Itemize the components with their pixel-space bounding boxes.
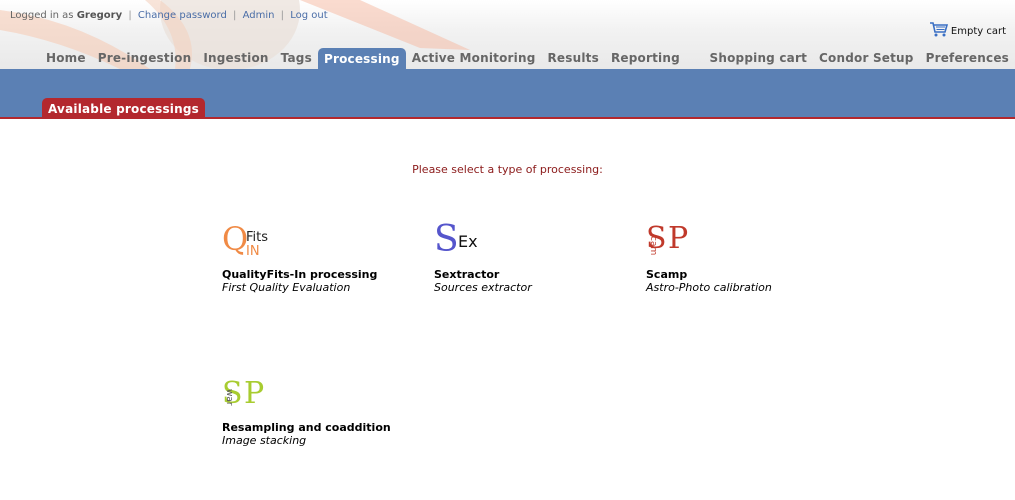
main-nav: Home Pre-ingestion Ingestion Tags Proces… xyxy=(40,48,686,69)
qualityfits-logo: Q Fits IN xyxy=(222,220,269,259)
tab-tags[interactable]: Tags xyxy=(275,48,318,69)
processing-qualityfits-in[interactable]: Q Fits IN QualityFits-In processing Firs… xyxy=(222,220,402,294)
processing-scamp[interactable]: S P cam Scamp Astro-Photo calibration xyxy=(646,221,826,295)
processing-name: Scamp xyxy=(646,268,688,281)
username: Gregory xyxy=(76,10,123,21)
swarp-logo: S P war xyxy=(222,376,265,411)
processing-description: Image stacking xyxy=(222,434,307,447)
tab-ingestion[interactable]: Ingestion xyxy=(197,48,274,69)
tab-pre-ingestion[interactable]: Pre-ingestion xyxy=(92,48,198,69)
tab-condor-setup[interactable]: Condor Setup xyxy=(813,48,920,69)
scamp-logo: S P cam xyxy=(646,221,689,256)
change-password-link[interactable]: Change password xyxy=(138,10,227,21)
tab-available-processings[interactable]: Available processings xyxy=(42,98,206,119)
separator: | xyxy=(280,10,285,21)
tab-shopping-cart[interactable]: Shopping cart xyxy=(704,48,814,69)
processing-name: Sextractor xyxy=(434,268,500,281)
cart-icon xyxy=(929,22,948,37)
separator: | xyxy=(128,10,132,21)
processing-description: Astro-Photo calibration xyxy=(646,281,772,294)
separator: | xyxy=(233,10,237,21)
processing-resampling-coaddition[interactable]: S P war Resampling and coaddition Image … xyxy=(222,376,402,448)
tab-home[interactable]: Home xyxy=(40,48,92,69)
logout-link[interactable]: Log out xyxy=(290,10,327,21)
logged-in-label: Logged in as xyxy=(10,10,74,21)
selection-prompt: Please select a type of processing: xyxy=(412,163,603,176)
tab-active-monitoring[interactable]: Active Monitoring xyxy=(406,48,542,69)
cart-label: Empty cart xyxy=(950,26,1006,37)
tab-processing[interactable]: Processing xyxy=(317,48,406,69)
header: Logged in as Gregory | Change password |… xyxy=(0,0,1015,69)
sextractor-logo: S Ex xyxy=(434,219,478,260)
processing-description: First Quality Evaluation xyxy=(222,281,351,294)
tab-preferences[interactable]: Preferences xyxy=(920,48,1015,69)
processing-sextractor[interactable]: S Ex Sextractor Sources extractor xyxy=(434,219,614,295)
processing-name: QualityFits-In processing xyxy=(222,268,378,281)
tab-reporting[interactable]: Reporting xyxy=(605,48,686,69)
processing-description: Sources extractor xyxy=(434,281,532,294)
user-bar: Logged in as Gregory | Change password |… xyxy=(10,10,328,21)
admin-link[interactable]: Admin xyxy=(243,10,275,21)
tab-results[interactable]: Results xyxy=(541,48,604,69)
secondary-nav: Shopping cart Condor Setup Preferences xyxy=(704,48,1015,69)
processing-name: Resampling and coaddition xyxy=(222,421,391,434)
cart[interactable]: Empty cart xyxy=(929,21,1006,37)
